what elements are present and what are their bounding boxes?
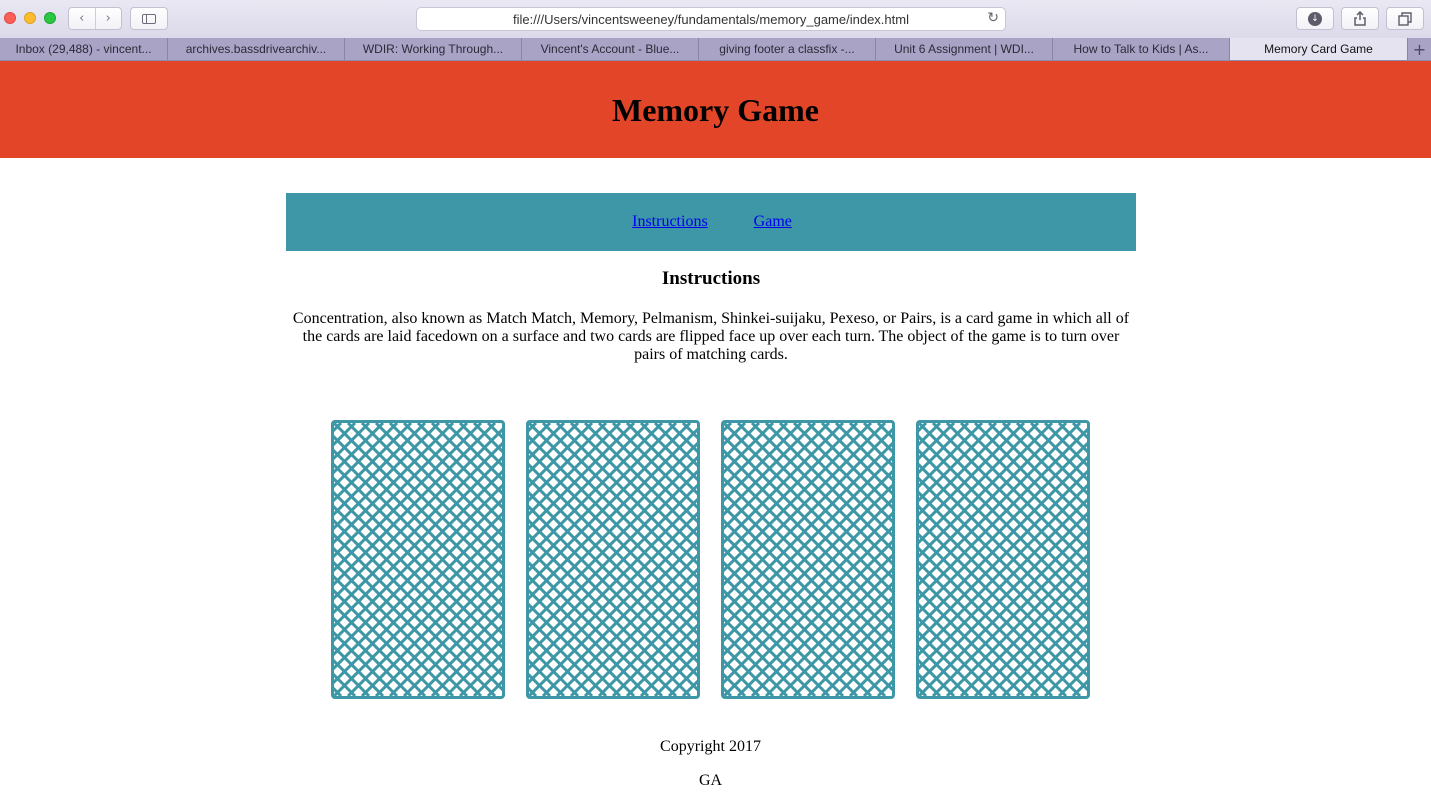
tab-overview-button[interactable] bbox=[1386, 7, 1424, 30]
page-title: Memory Game bbox=[611, 92, 819, 128]
tab-label: WDIR: Working Through... bbox=[362, 42, 504, 56]
instructions-text: Concentration, also known as Match Match… bbox=[292, 310, 1130, 363]
tab-wdir[interactable]: WDIR: Working Through... bbox=[345, 38, 522, 60]
address-bar[interactable]: file:///Users/vincentsweeney/fundamental… bbox=[416, 7, 1006, 31]
tab-label: Unit 6 Assignment | WDI... bbox=[894, 42, 1034, 56]
new-tab-icon[interactable]: + bbox=[1408, 38, 1431, 60]
memory-card[interactable] bbox=[526, 420, 700, 699]
url-text: file:///Users/vincentsweeney/fundamental… bbox=[513, 11, 909, 27]
minimize-window-button[interactable] bbox=[24, 12, 36, 24]
card-back-pattern bbox=[919, 423, 1087, 696]
tab-label: Vincent's Account - Blue... bbox=[540, 42, 680, 56]
downloads-button[interactable]: ↓ bbox=[1296, 7, 1334, 30]
tab-inbox[interactable]: Inbox (29,488) - vincent... bbox=[0, 38, 168, 60]
forward-icon[interactable]: › bbox=[96, 8, 122, 29]
memory-card[interactable] bbox=[721, 420, 895, 699]
tab-label: Memory Card Game bbox=[1264, 42, 1373, 56]
tab-archives[interactable]: archives.bassdrivearchiv... bbox=[168, 38, 345, 60]
download-icon: ↓ bbox=[1308, 11, 1322, 26]
back-icon[interactable]: ‹ bbox=[69, 8, 96, 29]
tab-memory-card-game[interactable]: Memory Card Game bbox=[1230, 38, 1408, 60]
reload-icon[interactable]: ↻ bbox=[987, 10, 999, 26]
browser-toolbar: ‹ › file:///Users/vincentsweeney/fundame… bbox=[0, 0, 1431, 39]
tab-label: Inbox (29,488) - vincent... bbox=[15, 42, 152, 56]
tab-strip: Inbox (29,488) - vincent... archives.bas… bbox=[0, 38, 1431, 61]
footer-author: GA bbox=[698, 772, 723, 789]
tab-unit6[interactable]: Unit 6 Assignment | WDI... bbox=[876, 38, 1053, 60]
nav-link-game[interactable]: Game bbox=[754, 213, 792, 231]
tab-label: How to Talk to Kids | As... bbox=[1073, 42, 1209, 56]
card-back-pattern bbox=[724, 423, 892, 696]
zoom-window-button[interactable] bbox=[44, 12, 56, 24]
copyright-text: Copyright 2017 bbox=[660, 738, 761, 755]
memory-card[interactable] bbox=[916, 420, 1090, 699]
history-nav-group: ‹ › bbox=[68, 7, 122, 30]
tab-footer-classfix[interactable]: giving footer a classfix -... bbox=[699, 38, 876, 60]
tab-account[interactable]: Vincent's Account - Blue... bbox=[522, 38, 699, 60]
sidebar-toggle-button[interactable] bbox=[130, 7, 168, 30]
instructions-heading: Instructions bbox=[661, 268, 761, 289]
tab-label: archives.bassdrivearchiv... bbox=[185, 42, 327, 56]
close-window-button[interactable] bbox=[4, 12, 16, 24]
tab-label: giving footer a classfix -... bbox=[719, 42, 855, 56]
share-icon bbox=[1354, 11, 1366, 26]
memory-card[interactable] bbox=[331, 420, 505, 699]
card-back-pattern bbox=[529, 423, 697, 696]
card-back-pattern bbox=[334, 423, 502, 696]
nav-link-instructions[interactable]: Instructions bbox=[632, 213, 708, 231]
tabs-overview-icon bbox=[1398, 11, 1412, 26]
tab-talk-to-kids[interactable]: How to Talk to Kids | As... bbox=[1053, 38, 1230, 60]
share-button[interactable] bbox=[1341, 7, 1379, 30]
sidebar-icon bbox=[142, 13, 156, 24]
site-header: Memory Game bbox=[0, 61, 1431, 158]
site-nav: Instructions Game bbox=[286, 193, 1136, 251]
